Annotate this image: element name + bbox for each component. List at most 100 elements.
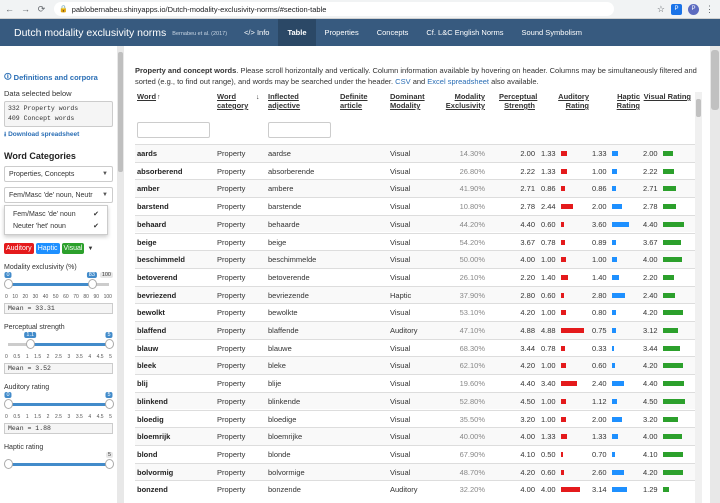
column-header[interactable]: Word category [217, 92, 267, 118]
table-row[interactable]: blauw Property blauwe Visual 68.30% 3.44 0.78 0… [135, 338, 695, 357]
column-header[interactable]: Haptic Rating [592, 92, 640, 118]
slider-high-handle[interactable] [105, 339, 114, 349]
address-bar[interactable]: 🔒 pablobernabeu.shinyapps.io/Dutch-modal… [54, 2, 614, 16]
url-text: pablobernabeu.shinyapps.io/Dutch-modalit… [71, 4, 327, 14]
column-filter-input[interactable] [137, 122, 210, 138]
table-row[interactable]: bewolkt Property bewolkte Visual 53.10% 4.20 1… [135, 303, 695, 321]
column-header[interactable]: Auditory Rating [541, 92, 589, 118]
cell-cat: Property [217, 149, 246, 158]
modality-badge[interactable]: Auditory [4, 243, 34, 254]
table-row[interactable]: bloemrijk Property bloemrijke Visual 40.00% 4… [135, 427, 695, 445]
slider-high-handle[interactable] [105, 399, 114, 409]
slider-low-handle[interactable] [4, 399, 13, 409]
dropdown-option[interactable]: Neuter 'het' noun ✔ [5, 220, 107, 232]
browser-menu-icon[interactable]: ⋮ [705, 4, 714, 15]
cell-exclusivity: 68.30% [459, 343, 485, 353]
range-slider[interactable]: 5 [4, 452, 114, 474]
column-header[interactable]: Word [137, 92, 207, 118]
tab-2[interactable]: Properties [316, 19, 368, 46]
column-header[interactable]: Inflected adjective [268, 92, 328, 118]
reload-icon[interactable]: ⟳ [35, 3, 48, 16]
slider-high-handle[interactable] [105, 459, 114, 469]
forward-icon[interactable]: → [19, 3, 32, 16]
vis-rating-bar [663, 381, 685, 387]
cell-dom: Visual [390, 432, 411, 442]
bookmark-star-icon[interactable]: ☆ [657, 4, 665, 15]
column-header[interactable]: Perceptual Strength [499, 92, 537, 118]
cell-aud-value: 0.78 [541, 343, 556, 353]
table-row[interactable]: betoverend Property betoverende Visual 26.10… [135, 267, 695, 286]
lock-icon: 🔒 [59, 6, 68, 13]
category-select[interactable]: Properties, Concepts ▼ [4, 166, 113, 182]
tab-5[interactable]: Sound Symbolism [513, 19, 591, 46]
table-row[interactable]: bloedig Property bloedige Visual 35.50% 3.20 1… [135, 409, 695, 428]
tab-1[interactable]: Table [278, 19, 316, 46]
slider-high-handle[interactable] [87, 279, 97, 289]
csv-link[interactable]: CSV [395, 77, 410, 86]
hap-rating-bar [612, 416, 622, 422]
slider-low-handle[interactable] [4, 459, 13, 469]
column-header[interactable]: Modality Exclusivity [445, 92, 485, 118]
back-icon[interactable]: ← [3, 3, 16, 16]
table-row[interactable]: aards Property aardse Visual 14.30% 2.00 1.33 1… [135, 144, 695, 162]
tab-0[interactable]: </> Info [235, 19, 278, 46]
slider-tick-label: 1.5 [34, 354, 42, 360]
range-slider[interactable]: 05 [4, 392, 114, 414]
page-scrollbar[interactable] [710, 46, 720, 503]
column-header[interactable]: Visual Rating [643, 92, 691, 118]
table-row[interactable]: bevriezend Property bevriezende Haptic 37.90… [135, 285, 695, 304]
table-row[interactable]: bleek Property bleke Visual 62.10% 4.20 1.00 0.… [135, 356, 695, 375]
vis-rating-bar [663, 239, 681, 245]
aud-rating-bar [561, 292, 564, 298]
tab-4[interactable]: Cf. L&C English Norms [417, 19, 512, 46]
download-spreadsheet-link[interactable]: ⭳ Download spreadsheet [4, 130, 113, 141]
range-slider[interactable]: 1.1 5 [4, 332, 114, 354]
table-row[interactable]: beige Property beige Visual 54.20% 3.67 0.78 0.… [135, 232, 695, 251]
cell-strength: 2.78 [520, 202, 535, 212]
app-title[interactable]: Dutch modality exclusivity norms [14, 27, 166, 39]
table-row[interactable]: blij Property blije Visual 19.60% 4.40 3.40 2.4… [135, 374, 695, 392]
profile-avatar[interactable]: P [688, 3, 699, 15]
slider-tick-label: 5 [109, 414, 112, 420]
table-scrollbar[interactable] [695, 92, 702, 503]
table-row[interactable]: beschimmeld Property beschimmelde Visual 50.… [135, 250, 695, 268]
modality-badges[interactable]: Auditory Haptic Visual ▼ [4, 243, 113, 254]
range-slider[interactable]: 0 83 100 [4, 272, 113, 294]
column-filter-input[interactable] [268, 122, 331, 138]
column-header[interactable]: Dominant Modality [390, 92, 445, 118]
cell-strength: 4.40 [520, 219, 535, 229]
table-row[interactable]: blond Property blonde Visual 67.90% 4.10 0.50 0… [135, 444, 695, 463]
page-scroll-thumb[interactable] [711, 50, 719, 110]
article-select[interactable]: Fem/Masc 'de' noun, Neutr ▼ [4, 187, 113, 203]
table-row[interactable]: behaard Property behaarde Visual 44.20% 4.40 0… [135, 214, 695, 233]
modality-badge[interactable]: Visual [61, 243, 85, 254]
vis-rating-bar [663, 398, 685, 404]
slider-low-handle[interactable] [4, 279, 13, 289]
cell-cat: Property [217, 308, 246, 318]
table-row[interactable]: blaffend Property blaffende Auditory 47.10% 4… [135, 321, 695, 339]
table-row[interactable]: bonzend Property bonzende Auditory 32.20% 4.0… [135, 480, 695, 498]
slider-low-handle[interactable] [26, 339, 36, 349]
dropdown-option[interactable]: Fem/Masc 'de' noun ✔ [5, 208, 107, 220]
table-row[interactable]: barstend Property barstende Visual 10.80% 2.7… [135, 197, 695, 215]
cell-aud-value: 1.00 [541, 255, 556, 265]
sidebar-scroll-thumb[interactable] [118, 52, 123, 172]
table-row[interactable]: blinkend Property blinkende Visual 52.80% 4.5… [135, 391, 695, 410]
cell-infl: bonzende [268, 485, 301, 495]
table-row[interactable]: bolvormig Property bolvormige Visual 48.70% 4… [135, 462, 695, 481]
sort-desc-icon[interactable]: ↓ [256, 94, 260, 101]
modality-badge[interactable]: Haptic [35, 243, 60, 254]
sort-asc-icon[interactable]: ↑ [157, 94, 161, 101]
excel-link[interactable]: Excel spreadsheet [427, 77, 489, 86]
caret-down-icon[interactable]: ▼ [87, 246, 93, 252]
table-row[interactable]: absorberend Property absorberende Visual 26.… [135, 161, 695, 180]
cell-cat: Property [217, 326, 246, 335]
definitions-link[interactable]: 🛈 Definitions and corpora [4, 71, 113, 84]
cell-hap-value: 1.40 [592, 272, 607, 282]
column-header[interactable]: Definite article [340, 92, 385, 118]
hap-rating-bar [612, 381, 624, 387]
table-scroll-thumb[interactable] [696, 99, 701, 117]
extension-icon[interactable]: P [671, 3, 682, 15]
table-row[interactable]: amber Property ambere Visual 41.90% 2.71 0.86 0… [135, 179, 695, 198]
tab-3[interactable]: Concepts [368, 19, 418, 46]
